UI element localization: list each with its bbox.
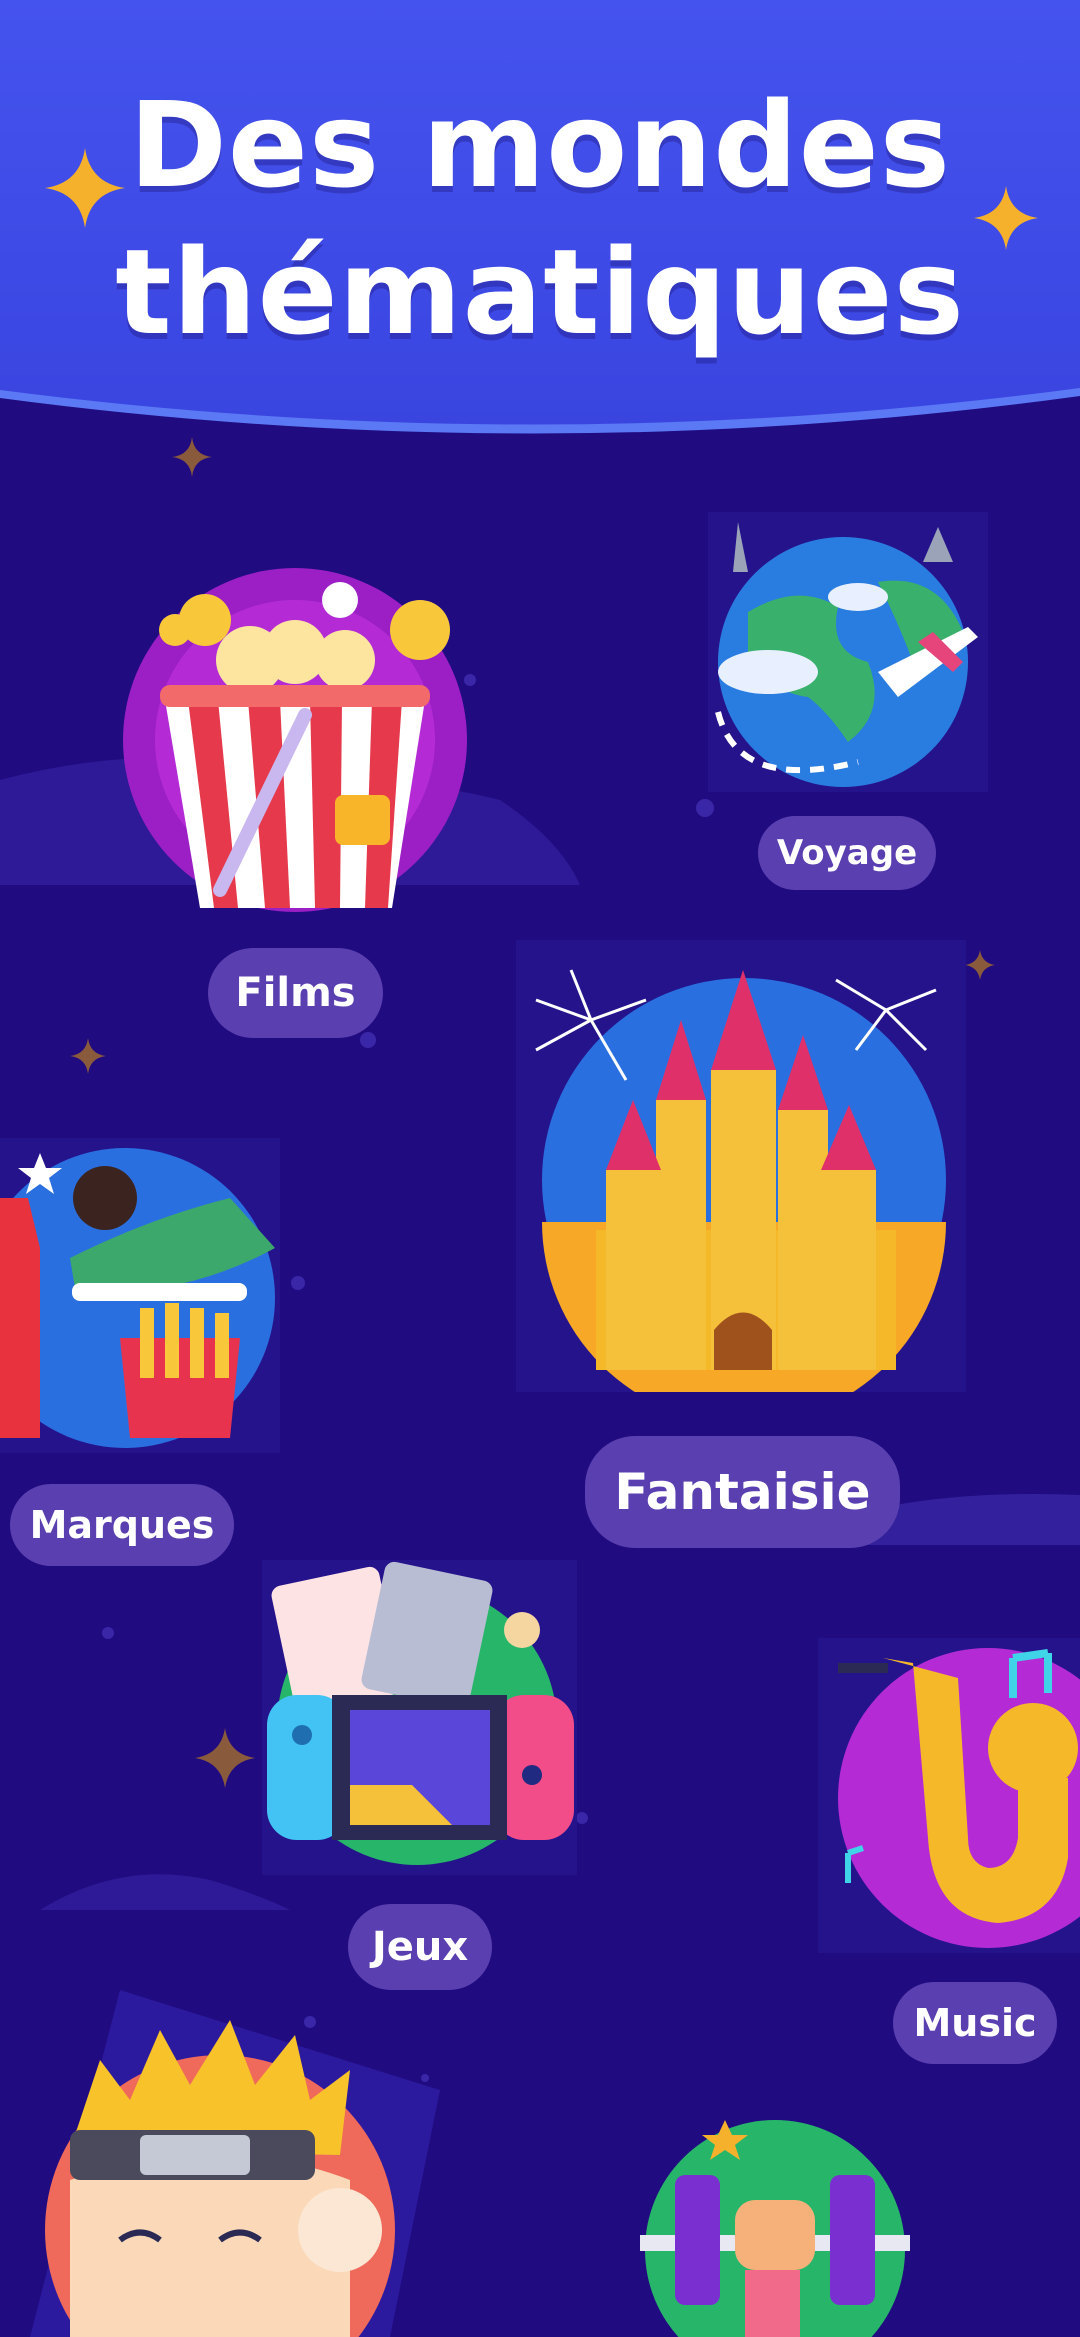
world-films[interactable] [120, 540, 475, 920]
world-jeux[interactable] [262, 1560, 577, 1875]
sparkle-star-icon [974, 186, 1038, 250]
header-banner: Des mondes thématiques [0, 0, 1080, 440]
saxophone-icon [818, 1638, 1080, 1953]
world-fantaisie[interactable] [516, 940, 966, 1392]
page-title-line1: Des mondes [128, 76, 952, 214]
sparkle-star-icon [965, 950, 995, 980]
globe-airplane-icon [708, 512, 988, 792]
world-label-voyage[interactable]: Voyage [758, 816, 936, 890]
world-fitness[interactable] [640, 2110, 910, 2337]
world-label-marques[interactable]: Marques [10, 1484, 234, 1566]
brands-icon [0, 1138, 280, 1453]
world-label-fantaisie[interactable]: Fantaisie [585, 1436, 900, 1548]
sparkle-star-icon [45, 148, 125, 228]
world-anime[interactable] [30, 1990, 440, 2337]
castle-icon [516, 940, 966, 1392]
sparkle-star-icon [195, 1728, 255, 1788]
popcorn-icon [123, 568, 467, 912]
world-music[interactable] [818, 1638, 1080, 1953]
world-label-music[interactable]: Music [893, 1982, 1057, 2064]
header-background [0, 0, 1080, 434]
world-label-jeux[interactable]: Jeux [348, 1904, 492, 1990]
world-marques[interactable] [0, 1138, 280, 1453]
game-console-icon [262, 1560, 577, 1875]
sparkle-star-icon [172, 437, 212, 477]
fitness-dumbbell-icon [640, 2120, 910, 2337]
world-voyage[interactable] [708, 512, 988, 792]
world-label-films[interactable]: Films [208, 948, 383, 1038]
sparkle-star-icon [70, 1038, 106, 1074]
page-title-line2: thématiques [115, 223, 965, 361]
anime-character-icon [30, 1990, 440, 2337]
